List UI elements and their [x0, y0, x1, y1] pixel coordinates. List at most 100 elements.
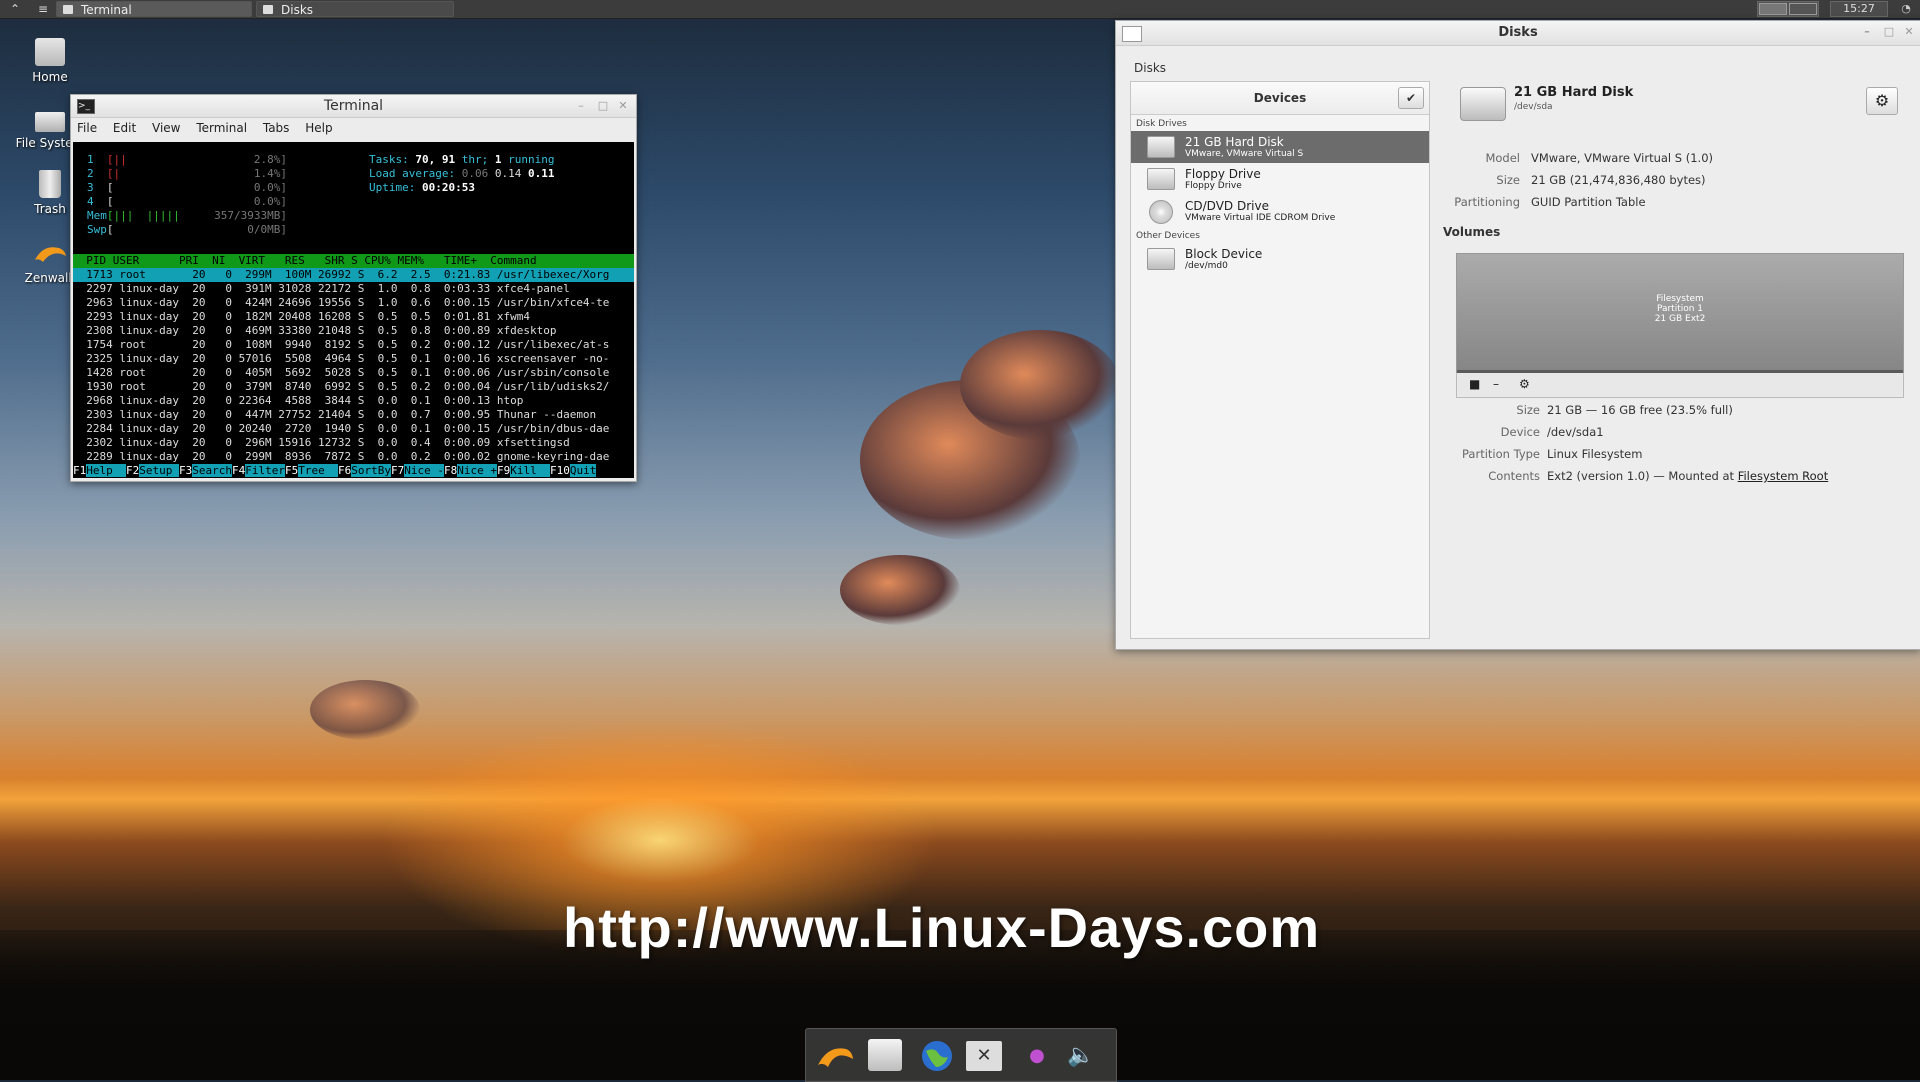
menu-tabs[interactable]: Tabs	[263, 121, 290, 135]
workspace-pager[interactable]	[1757, 1, 1819, 17]
cpu-meter: 2 [|	[87, 167, 121, 180]
disks-app-icon[interactable]	[1122, 26, 1142, 42]
menu-help[interactable]: Help	[305, 121, 332, 135]
drive-icon	[35, 112, 65, 132]
fkey-help[interactable]: F1Help	[73, 464, 126, 477]
devices-pane: Devices ✔ Disk Drives 21 GB Hard Disk VM…	[1130, 81, 1430, 639]
close-button[interactable]: ✕	[614, 95, 632, 117]
task-terminal[interactable]: Terminal	[56, 1, 252, 17]
fkey-sortby[interactable]: F6SortBy	[338, 464, 391, 477]
process-row[interactable]: 1930 root 20 0 379M 8740 6992 S 0.5 0.2 …	[73, 380, 634, 394]
menu-file[interactable]: File	[77, 121, 97, 135]
disks-titlebar[interactable]: Disks – □ ✕	[1116, 21, 1920, 46]
volume-icon[interactable]: 🔈	[1062, 1037, 1100, 1075]
watermark-url: http://www.Linux-Days.com	[563, 896, 1321, 959]
settings-manager-icon[interactable]: ✕	[966, 1041, 1002, 1071]
gear-icon[interactable]: ⚙	[1866, 87, 1898, 115]
fkey-nice-minus[interactable]: F7Nice -	[391, 464, 444, 477]
workspace-1[interactable]	[1759, 3, 1787, 15]
process-row[interactable]: 2284 linux-day 20 0 20240 2720 1940 S 0.…	[73, 422, 634, 436]
volume-device-value: /dev/sda1	[1547, 425, 1604, 439]
clock[interactable]: 15:27	[1830, 1, 1888, 17]
terminal-icon	[63, 5, 73, 14]
device-item-cdrom[interactable]: CD/DVD Drive VMware Virtual IDE CDROM Dr…	[1131, 195, 1429, 227]
desktop-icon-label: Home	[32, 70, 68, 84]
device-item-block[interactable]: Block Device /dev/md0	[1131, 243, 1429, 275]
settings-icon[interactable]: ⚙	[1519, 377, 1530, 391]
section-other-devices: Other Devices	[1136, 231, 1200, 241]
volume-device-label: Device	[1500, 425, 1540, 439]
partition-label: Filesystem Partition 1 21 GB Ext2	[1457, 294, 1903, 324]
process-row[interactable]: 2302 linux-day 20 0 296M 15916 12732 S 0…	[73, 436, 634, 450]
menu-view[interactable]: View	[152, 121, 180, 135]
fkey-tree[interactable]: F5Tree	[285, 464, 338, 477]
cpu-pct: 2.8%]	[253, 153, 287, 166]
cpu-meter: 1 [||	[87, 153, 127, 166]
trash-icon	[39, 170, 61, 198]
menu-edit[interactable]: Edit	[113, 121, 136, 135]
disks-window[interactable]: Disks – □ ✕ Disks Devices ✔ Disk Drives …	[1115, 20, 1920, 650]
task-disks[interactable]: Disks	[256, 1, 454, 17]
minimize-button[interactable]: –	[572, 95, 590, 117]
action-buttons-icon[interactable]: ◔	[1892, 0, 1920, 18]
device-sub: VMware, VMware Virtual S	[1185, 149, 1304, 159]
device-name: Floppy Drive	[1185, 167, 1261, 181]
terminal-window[interactable]: >_ Terminal – □ ✕ File Edit View Termina…	[70, 94, 637, 482]
desktop-icon-home[interactable]: Home	[10, 38, 90, 84]
file-manager-icon[interactable]	[868, 1039, 902, 1071]
applications-menu-icon[interactable]: ⌃	[10, 0, 24, 18]
size-value: 21 GB (21,474,836,480 bytes)	[1531, 173, 1706, 187]
process-row[interactable]: 2968 linux-day 20 0 22364 4588 3844 S 0.…	[73, 394, 634, 408]
terminal-menubar: File Edit View Terminal Tabs Help	[71, 118, 636, 138]
minimize-button[interactable]: –	[1858, 21, 1876, 43]
device-name: Block Device	[1185, 247, 1263, 261]
window-title: Disks	[1498, 25, 1538, 40]
close-button[interactable]: ✕	[1900, 21, 1918, 43]
process-row[interactable]: 1428 root 20 0 405M 5692 5028 S 0.5 0.1 …	[73, 366, 634, 380]
process-table-header[interactable]: PID USER PRI NI VIRT RES SHR S CPU% MEM%…	[73, 254, 634, 268]
fkey-quit[interactable]: F10Quit	[550, 464, 597, 477]
terminal-titlebar[interactable]: >_ Terminal – □ ✕	[71, 95, 636, 118]
process-row[interactable]: 2297 linux-day 20 0 391M 31028 22172 S 1…	[73, 282, 634, 296]
cloud	[310, 680, 420, 740]
check-icon[interactable]: ✔	[1398, 87, 1424, 109]
process-row[interactable]: 2963 linux-day 20 0 424M 24696 19556 S 1…	[73, 296, 634, 310]
cloud	[840, 555, 960, 625]
web-browser-icon[interactable]	[918, 1037, 956, 1075]
process-row[interactable]: 2308 linux-day 20 0 469M 33380 21048 S 0…	[73, 324, 634, 338]
fkey-search[interactable]: F3Search	[179, 464, 232, 477]
bottom-dock: ✕ ● 🔈	[805, 1028, 1117, 1082]
window-list-icon[interactable]: ≡	[38, 0, 52, 18]
minus-icon[interactable]: –	[1493, 377, 1499, 391]
hard-disk-icon	[1147, 136, 1175, 158]
terminal-app-icon: >_	[77, 99, 95, 114]
stop-icon[interactable]: ■	[1469, 377, 1480, 391]
maximize-button[interactable]: □	[594, 95, 612, 117]
fkey-kill[interactable]: F9Kill	[497, 464, 550, 477]
floppy-icon	[1147, 168, 1175, 190]
task-label: Terminal	[81, 3, 132, 17]
filesystem-root-link[interactable]: Filesystem Root	[1738, 469, 1829, 483]
uptime-line: Uptime: 00:20:53	[369, 181, 475, 194]
device-item-hard-disk[interactable]: 21 GB Hard Disk VMware, VMware Virtual S	[1131, 131, 1429, 163]
dolphin-icon[interactable]	[816, 1037, 854, 1075]
process-row[interactable]: 2303 linux-day 20 0 447M 27752 21404 S 0…	[73, 408, 634, 422]
partition-1-block[interactable]: Filesystem Partition 1 21 GB Ext2	[1457, 254, 1903, 370]
process-row-selected[interactable]: 1713 root 20 0 299M 100M 26992 S 6.2 2.5…	[73, 268, 634, 282]
device-sub: VMware Virtual IDE CDROM Drive	[1185, 213, 1336, 223]
media-icon[interactable]: ●	[1018, 1037, 1056, 1075]
menu-terminal[interactable]: Terminal	[196, 121, 247, 135]
fkey-setup[interactable]: F2Setup	[126, 464, 179, 477]
volume-map[interactable]: Filesystem Partition 1 21 GB Ext2	[1456, 253, 1904, 375]
fkey-nice-plus[interactable]: F8Nice +	[444, 464, 497, 477]
terminal-screen[interactable]: 1 [|| 2.8%] 2 [| 1.4%] 3 [ 0.0%] 4 [ 0.0…	[73, 142, 634, 478]
process-row[interactable]: 2289 linux-day 20 0 299M 8936 7872 S 0.0…	[73, 450, 634, 464]
workspace-2[interactable]	[1789, 3, 1817, 15]
home-folder-icon	[35, 38, 65, 66]
process-row[interactable]: 2293 linux-day 20 0 182M 20408 16208 S 0…	[73, 310, 634, 324]
fkey-filter[interactable]: F4Filter	[232, 464, 285, 477]
process-row[interactable]: 1754 root 20 0 108M 9940 8192 S 0.5 0.2 …	[73, 338, 634, 352]
process-row[interactable]: 2325 linux-day 20 0 57016 5508 4964 S 0.…	[73, 352, 634, 366]
maximize-button[interactable]: □	[1880, 21, 1898, 43]
device-item-floppy[interactable]: Floppy Drive Floppy Drive	[1131, 163, 1429, 195]
